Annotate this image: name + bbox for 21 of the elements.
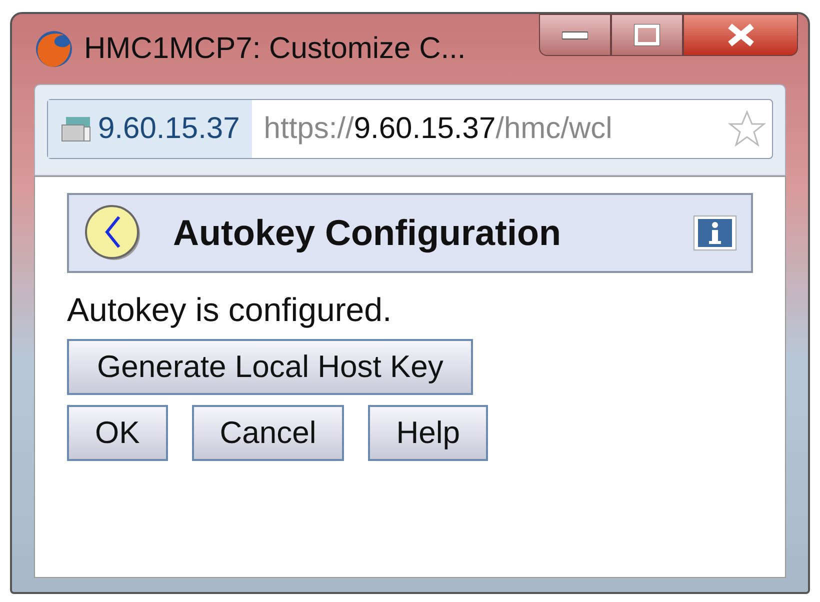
close-button[interactable] xyxy=(683,14,798,56)
clock-icon xyxy=(83,203,143,263)
status-message: Autokey is configured. xyxy=(67,291,392,329)
site-icon xyxy=(60,115,92,143)
info-icon[interactable] xyxy=(693,215,737,251)
url-text: https://9.60.15.37/hmc/wcl xyxy=(262,112,612,146)
maximize-button[interactable] xyxy=(611,14,683,56)
address-bar[interactable]: 9.60.15.37 https://9.60.15.37/hmc/wcl xyxy=(47,99,773,159)
dialog-button[interactable]: OK xyxy=(67,405,168,461)
minimize-icon xyxy=(562,30,588,40)
dialog-button[interactable]: Cancel xyxy=(192,405,344,461)
minimize-button[interactable] xyxy=(539,14,611,56)
close-icon xyxy=(726,23,756,47)
dialog-button[interactable]: Help xyxy=(368,405,488,461)
site-identity-button[interactable]: 9.60.15.37 xyxy=(48,100,252,158)
window-title: HMC1MCP7: Customize C... xyxy=(84,32,466,66)
generate-key-button[interactable]: Generate Local Host Key xyxy=(67,339,474,395)
maximize-icon xyxy=(634,24,660,46)
browser-logo-icon xyxy=(34,29,74,69)
star-icon[interactable] xyxy=(728,110,766,148)
dialog-heading: Autokey Configuration xyxy=(173,212,561,254)
